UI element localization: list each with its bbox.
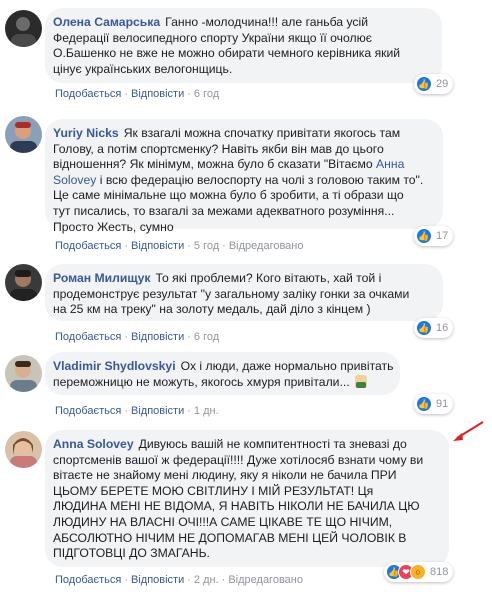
reaction-count: 17: [436, 230, 449, 242]
reaction-summary[interactable]: 👍 29: [414, 74, 454, 94]
comment-author[interactable]: Vladimir Shydlovskyi: [53, 359, 176, 373]
reaction-summary[interactable]: 👍 17: [414, 226, 454, 246]
avatar[interactable]: [5, 116, 42, 153]
reaction-count: 818: [430, 566, 449, 578]
comment-actions: Подобається · Відповісти · 2 дн. · Відредагова…: [55, 574, 303, 586]
comment-bubble: Олена Самарська Ганно -молодчина!!! але г…: [45, 8, 442, 83]
reaction-count: 91: [436, 398, 449, 410]
comment-text-line: вітаєте не знайому мені людину, яку я ні…: [53, 468, 397, 483]
comment-author[interactable]: Роман Милищук: [53, 271, 151, 285]
comment-text-line: Ганно -молодчина!!! але ганьба усій: [165, 15, 369, 29]
comment-text-line: ПІДГОТОВЦІ ДО ЗМАГАНЬ.: [53, 546, 210, 561]
like-link[interactable]: Подобається: [55, 88, 121, 100]
comment-text-line: Просто Жесть, сумно: [53, 219, 174, 234]
comment-actions: Подобається · Відповісти · 1 дн.: [55, 405, 219, 417]
comment-bubble: Vladimir Shydlovskyi Ох і люди, даже норм…: [45, 352, 400, 395]
comment-timestamp[interactable]: 6 год: [194, 331, 219, 343]
comment-text-line: АБСОЛЮТНО НІЧИМ НЕ ДОПОМАГАВ МЕНІ ЦЕЙ ЧО…: [53, 530, 407, 545]
like-link[interactable]: Подобається: [55, 574, 121, 586]
like-icon: 👍: [416, 396, 432, 412]
comment-actions: Подобається · Відповісти · 6 год: [55, 331, 219, 343]
red-arrow-icon: [453, 421, 484, 441]
comment-text-line: Solovey і всю федерацію велоспорту на чо…: [53, 172, 424, 187]
comment-bubble: Роман Милищук То які проблеми? Кого вітаю…: [45, 264, 443, 321]
comment-timestamp[interactable]: 2 дн.: [194, 574, 219, 586]
comment-text-line: Як взагалі можна спочатку привітати яког…: [123, 126, 401, 140]
comment-actions: Подобається · Відповісти · 5 год · Відредагова…: [55, 240, 304, 252]
reaction-count: 29: [436, 78, 449, 90]
separator-dot: ·: [221, 574, 226, 586]
like-icon: 👍: [416, 76, 432, 92]
comment-text-line: Ох і люди, даже нормально привітать: [180, 359, 394, 373]
comment-text-line: Голову, а потім спортсменку? Навіть якби…: [53, 141, 384, 156]
comment-text-line: на 25 км на треку" на золоту медаль, дай…: [53, 302, 371, 317]
comment-text-line: Дивуюсь вашій не компитентності та знева…: [138, 437, 407, 451]
like-link[interactable]: Подобається: [55, 405, 121, 417]
like-link[interactable]: Подобається: [55, 240, 121, 252]
person-emoji-icon: [354, 374, 367, 388]
comment-text-line: То які проблеми? Кого вітають, хай той і: [155, 271, 382, 285]
separator-dot: ·: [187, 88, 191, 100]
comment-text-line: відношення? Як мінімум, можна було б ска…: [53, 157, 405, 172]
comment-text-line: ЛЮДИНА МЕНІ НЕ ВІДОМА, Я НАВІТЬ НІКОЛИ Н…: [53, 499, 420, 514]
comment-text-line: продемонструє результат "у загальному за…: [53, 286, 410, 301]
reaction-summary[interactable]: 👍 91: [414, 394, 454, 414]
edited-label[interactable]: Відредаговано: [229, 240, 304, 252]
reply-link[interactable]: Відповісти: [131, 405, 184, 417]
like-icon: 👍: [416, 320, 432, 336]
comment-author[interactable]: Yuriy Nicks: [53, 126, 119, 140]
comment-text-line: переможницю не можуть, якогось хмуря при…: [53, 374, 350, 389]
avatar[interactable]: [5, 355, 42, 392]
separator-dot: ·: [124, 240, 128, 252]
like-link[interactable]: Подобається: [55, 331, 121, 343]
reaction-summary[interactable]: 👍 16: [414, 318, 454, 338]
comment-author[interactable]: Олена Самарська: [53, 15, 160, 29]
separator-dot: ·: [124, 331, 128, 343]
avatar[interactable]: [5, 264, 42, 301]
comment-text-line: ЛЮДИНУ НА ВЛАСНІ ОЧІ!!!А САМЕ ЦІКАВЕ ТЕ …: [53, 514, 393, 529]
separator-dot: ·: [187, 331, 191, 343]
separator-dot: ·: [124, 88, 128, 100]
wow-icon: ○: [410, 564, 426, 580]
reply-link[interactable]: Відповісти: [131, 574, 184, 586]
comment-text-line: Це саме мінімальне що можна було б зроби…: [53, 188, 404, 203]
separator-dot: ·: [187, 574, 191, 586]
avatar[interactable]: [5, 431, 42, 468]
separator-dot: ·: [187, 240, 191, 252]
comment-timestamp[interactable]: 1 дн.: [194, 405, 219, 417]
comment-text-line: спортсменів вашої ж федерації!!!! Дуже х…: [53, 452, 424, 467]
comment-author[interactable]: Anna Solovey: [53, 437, 134, 451]
avatar[interactable]: [5, 10, 42, 47]
comment-text-line: тут писались, то взагалі за межами адекв…: [53, 203, 395, 218]
comment-timestamp[interactable]: 5 год: [194, 240, 219, 252]
edited-label[interactable]: Відредаговано: [228, 574, 303, 586]
comment-bubble: Anna Solovey Дивуюсь вашій не компитентно…: [45, 430, 449, 567]
comment-bubble: Yuriy Nicks Як взагалі можна спочатку при…: [45, 119, 443, 234]
reply-link[interactable]: Відповісти: [131, 240, 184, 252]
separator-dot: ·: [124, 405, 128, 417]
reaction-count: 16: [436, 322, 449, 334]
comment-timestamp[interactable]: 6 год: [194, 88, 219, 100]
comment-text-line: ЦЬОМУ БЕРЕТЕ МОЮ СВІТЛИНУ І МІЙ РЕЗУЛЬТА…: [53, 483, 374, 498]
like-icon: 👍: [416, 228, 432, 244]
separator-dot: ·: [222, 240, 226, 252]
reply-link[interactable]: Відповісти: [131, 331, 184, 343]
separator-dot: ·: [187, 405, 191, 417]
comment-text-line: О.Башенко не вже не можно обирати чемног…: [53, 46, 401, 61]
reaction-summary[interactable]: 👍 ❤ ○ 818: [384, 562, 454, 582]
reply-link[interactable]: Відповісти: [131, 88, 184, 100]
comment-text-line: Федерації велосипедного спорту України я…: [53, 30, 372, 45]
separator-dot: ·: [124, 574, 128, 586]
comment-actions: Подобається · Відповісти · 6 год: [55, 88, 219, 100]
comment-text-line: цінує українських велогонщиць.: [53, 61, 233, 76]
